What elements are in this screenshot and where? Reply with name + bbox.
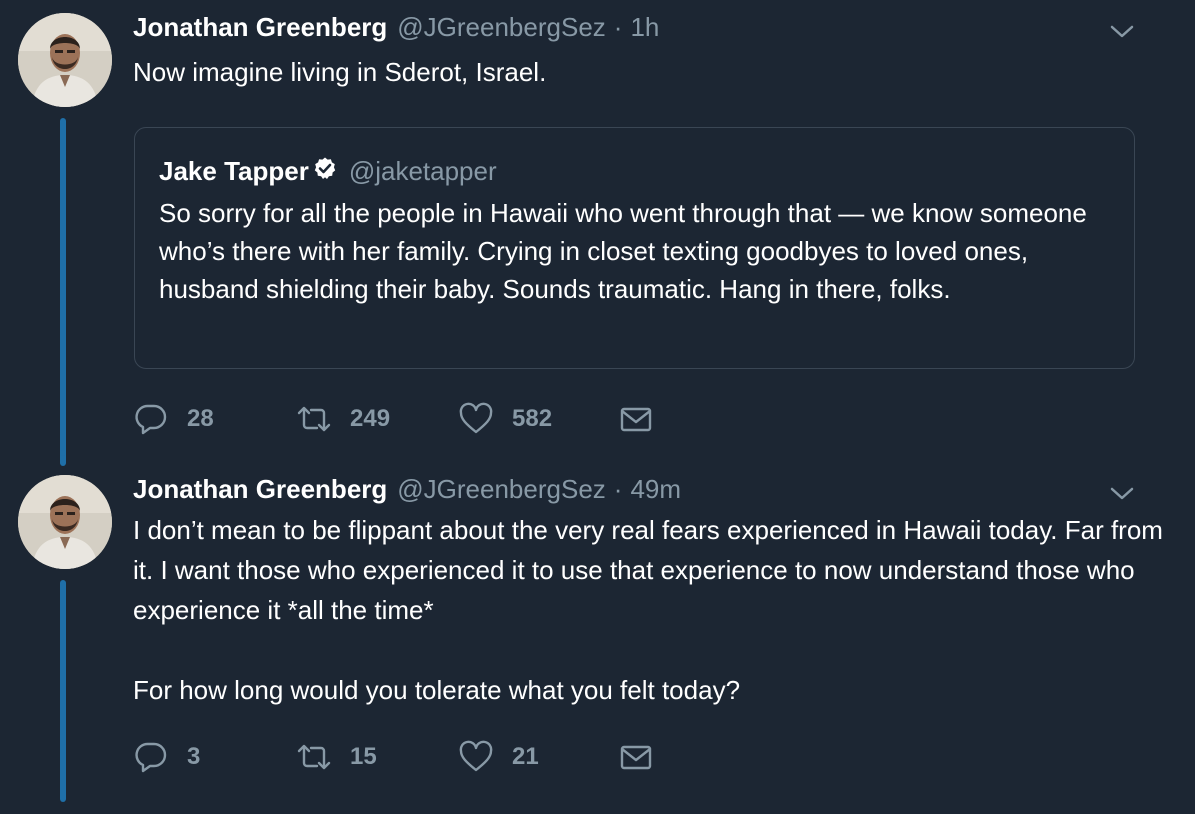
like-button[interactable]: 21 bbox=[458, 737, 539, 777]
direct-message-button[interactable] bbox=[618, 737, 654, 777]
retweet-count: 15 bbox=[350, 743, 377, 770]
reply-button[interactable]: 3 bbox=[133, 737, 200, 777]
header-separator: · bbox=[613, 12, 623, 42]
quoted-tweet-header: Jake Tapper @jaketapper bbox=[159, 156, 497, 187]
quoted-author-handle: @jaketapper bbox=[348, 156, 497, 186]
tweet[interactable]: Jonathan Greenberg @JGreenbergSez · 1h N… bbox=[0, 0, 1195, 466]
retweet-icon bbox=[297, 406, 331, 432]
quoted-tweet-text: So sorry for all the people in Hawaii wh… bbox=[159, 198, 1087, 304]
timestamp[interactable]: 1h bbox=[630, 12, 659, 43]
like-count: 21 bbox=[512, 743, 539, 770]
author-handle[interactable]: @JGreenbergSez bbox=[397, 12, 606, 43]
thread-connector bbox=[60, 450, 66, 456]
like-count: 582 bbox=[512, 405, 553, 432]
avatar-photo bbox=[18, 13, 112, 107]
reply-icon bbox=[135, 742, 167, 773]
timestamp[interactable]: 49m bbox=[630, 474, 681, 505]
avatar[interactable] bbox=[18, 13, 112, 107]
envelope-icon bbox=[620, 407, 652, 432]
author-name[interactable]: Jonathan Greenberg bbox=[133, 12, 387, 43]
author-handle[interactable]: @JGreenbergSez bbox=[397, 474, 606, 505]
retweet-icon bbox=[297, 744, 331, 770]
retweet-count: 249 bbox=[350, 405, 391, 432]
quoted-tweet[interactable]: Jake Tapper @jaketapper So sorry for all… bbox=[134, 127, 1135, 369]
reply-count: 3 bbox=[187, 743, 201, 770]
reply-icon bbox=[135, 404, 167, 435]
like-button[interactable]: 582 bbox=[458, 399, 552, 439]
tweet-header: Jonathan Greenberg @JGreenbergSez · 1h bbox=[133, 12, 659, 46]
tweet-text: Now imagine living in Sderot, Israel. bbox=[133, 57, 547, 87]
avatar-photo bbox=[18, 475, 112, 569]
tweet-thread: Jonathan Greenberg @JGreenbergSez · 1h N… bbox=[0, 0, 1195, 814]
reply-count: 28 bbox=[187, 405, 214, 432]
tweet-options-button[interactable] bbox=[1107, 22, 1137, 42]
heart-icon bbox=[459, 402, 493, 434]
thread-connector bbox=[60, 580, 66, 802]
quoted-author-name: Jake Tapper bbox=[159, 156, 309, 186]
chevron-down-icon bbox=[1110, 487, 1134, 500]
retweet-button[interactable]: 249 bbox=[296, 399, 390, 439]
author-name[interactable]: Jonathan Greenberg bbox=[133, 474, 387, 505]
heart-icon bbox=[459, 740, 493, 772]
tweet-text: I don’t mean to be flippant about the ve… bbox=[133, 515, 1163, 705]
envelope-icon bbox=[620, 745, 652, 770]
tweet[interactable]: Jonathan Greenberg @JGreenbergSez · 49m … bbox=[0, 450, 1195, 814]
reply-button[interactable]: 28 bbox=[133, 399, 214, 439]
header-separator: · bbox=[613, 474, 623, 504]
verified-badge-icon bbox=[314, 157, 336, 179]
avatar[interactable] bbox=[18, 475, 112, 569]
thread-connector bbox=[60, 118, 66, 466]
tweet-options-button[interactable] bbox=[1107, 484, 1137, 504]
direct-message-button[interactable] bbox=[618, 399, 654, 439]
chevron-down-icon bbox=[1110, 25, 1134, 38]
tweet-header: Jonathan Greenberg @JGreenbergSez · 49m bbox=[133, 474, 681, 508]
retweet-button[interactable]: 15 bbox=[296, 737, 377, 777]
